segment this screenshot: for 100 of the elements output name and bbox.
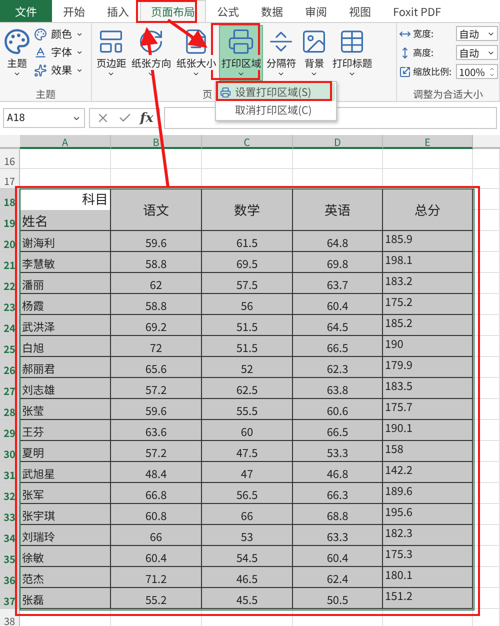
table-cell: 45.5 [202,588,293,609]
spin-field[interactable]: 100% [456,64,498,79]
table-cell: 46.5 [202,567,293,588]
table-cell: 72 [111,336,202,357]
column-header[interactable]: D [293,135,383,149]
table-cell: 60.4 [293,294,383,315]
column-header[interactable]: A [20,135,111,149]
column-header[interactable]: B [111,135,202,149]
table-cell: 50.5 [293,588,383,609]
table-cell: 62.4 [293,567,383,588]
table-cell: 63.3 [293,525,383,546]
table-cell: 姓名 [20,210,111,231]
row-header[interactable]: 32 [0,483,20,504]
ribbon-button[interactable]: 背景 [299,25,330,81]
row-header[interactable]: 20 [0,231,20,252]
table-cell: 王芬 [20,420,111,441]
row-header[interactable]: 21 [0,252,20,273]
table-cell: 69.8 [293,252,383,273]
table-cell: 夏明 [20,441,111,462]
table-cell: 66.3 [293,483,383,504]
table-cell: 徐敏 [20,546,111,567]
ribbon-button[interactable]: 纸张方向 [129,25,174,81]
ribbon-button[interactable]: 效果 [33,63,84,78]
ribbon-button[interactable]: 打印区域 [219,25,264,81]
row-header[interactable]: 37 [0,588,20,609]
row-header[interactable]: 22 [0,273,20,294]
table-cell: 59.6 [111,399,202,420]
table-cell: 54.5 [202,546,293,567]
row-header[interactable]: 28 [0,399,20,420]
row-header[interactable]: 16 [0,149,20,169]
table-header: 英语 [293,189,383,231]
table-cell: 刘志雄 [20,378,111,399]
select-field[interactable]: 自动 [456,45,498,60]
row-header[interactable]: 18 [0,189,20,210]
ribbon-button[interactable]: 打印标题 [330,25,374,81]
table-cell: 69.5 [202,252,293,273]
column-header[interactable]: E [383,135,473,149]
row-header[interactable]: 29 [0,420,20,441]
table-cell: 195.6 [383,504,473,525]
table-header: 语文 [111,189,202,231]
menu-item[interactable]: 取消打印区域(C) [217,101,335,119]
file-tab[interactable]: 文件 [0,0,52,22]
table-cell: 185.2 [383,315,473,336]
group-label: 调整为合适大小 [412,86,484,101]
table-cell: 190.1 [383,420,473,441]
ribbon-button[interactable]: 页边距 [94,25,128,81]
table-cell: 62.5 [202,378,293,399]
row-header[interactable]: 27 [0,378,20,399]
field-label: 缩放比例: [413,65,453,78]
row-header[interactable]: 17 [0,169,20,189]
field-label: 高度: [413,46,435,59]
row-header[interactable]: 35 [0,546,20,567]
row-header[interactable]: 25 [0,336,20,357]
row-header[interactable]: 23 [0,294,20,315]
table-cell: 范杰 [20,567,111,588]
table-cell: 57.2 [111,378,202,399]
table-cell: 57.5 [202,273,293,294]
table-cell: 52 [202,357,293,378]
table-cell: 61.5 [202,231,293,252]
insert-function-button[interactable]: fx [140,110,154,126]
ribbon-button[interactable]: 分隔符 [264,25,298,81]
table-cell: 65.6 [111,357,202,378]
ribbon-button[interactable]: 字体 [33,45,84,60]
ribbon-button[interactable]: 颜色 [33,27,84,42]
column-header[interactable]: C [202,135,293,149]
table-cell: 66.5 [293,420,383,441]
row-header[interactable]: 34 [0,525,20,546]
table-cell: 白旭 [20,336,111,357]
table-cell: 63.8 [293,378,383,399]
table-cell: 183.2 [383,273,473,294]
table-cell: 60.8 [111,504,202,525]
row-header[interactable]: 26 [0,357,20,378]
table-cell: 183.5 [383,378,473,399]
field-label: 宽度: [413,27,435,40]
table-cell: 47 [202,462,293,483]
table-cell: 175.2 [383,294,473,315]
ribbon-button[interactable]: 纸张大小 [174,25,218,81]
table-cell: 刘瑞玲 [20,525,111,546]
table-cell: 55.2 [111,588,202,609]
row-header[interactable]: 38 [0,609,20,626]
select-field[interactable]: 自动 [456,26,498,41]
table-cell: 142.2 [383,462,473,483]
row-header[interactable]: 33 [0,504,20,525]
table-cell: 郝丽君 [20,357,111,378]
table-cell: 李慧敏 [20,252,111,273]
table-cell: 68.8 [293,504,383,525]
table-cell: 46.8 [293,462,383,483]
row-header[interactable]: 36 [0,567,20,588]
row-header[interactable]: 30 [0,441,20,462]
table-cell: 56 [202,294,293,315]
table-cell: 198.1 [383,252,473,273]
row-header[interactable]: 31 [0,462,20,483]
table-cell: 60.4 [293,546,383,567]
theme-button[interactable]: 主题 [2,25,32,81]
table-cell: 武洪泽 [20,315,111,336]
table-cell: 185.9 [383,231,473,252]
table-cell: 55.5 [202,399,293,420]
name-box[interactable]: A18 [3,108,85,128]
row-header[interactable]: 24 [0,315,20,336]
row-header[interactable]: 19 [0,210,20,231]
